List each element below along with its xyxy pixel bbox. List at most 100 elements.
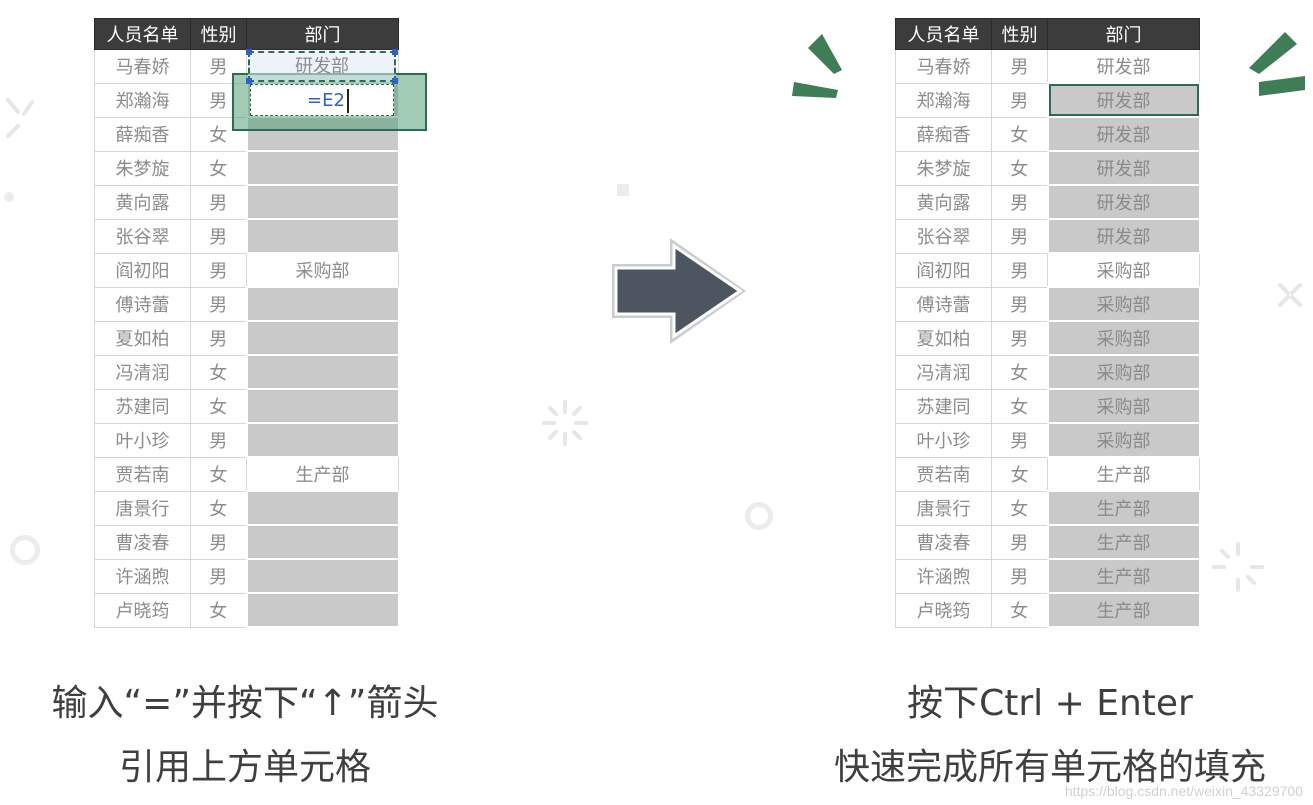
- name-cell[interactable]: 傅诗蕾: [94, 287, 191, 322]
- dept-cell[interactable]: 生产部: [246, 457, 399, 492]
- sex-cell[interactable]: 男: [190, 559, 247, 594]
- sex-cell[interactable]: 男: [991, 559, 1048, 594]
- name-cell[interactable]: 薛痴香: [895, 117, 992, 152]
- header-name[interactable]: 人员名单: [895, 18, 992, 50]
- sex-cell[interactable]: 男: [991, 287, 1048, 322]
- sex-cell[interactable]: 女: [991, 457, 1048, 492]
- sex-cell[interactable]: 男: [991, 423, 1048, 458]
- name-cell[interactable]: 张谷翠: [895, 219, 992, 254]
- name-cell[interactable]: 苏建同: [94, 389, 191, 424]
- dept-cell[interactable]: [245, 354, 400, 390]
- dept-cell[interactable]: 采购部: [1046, 320, 1201, 356]
- name-cell[interactable]: 夏如柏: [895, 321, 992, 356]
- dept-cell[interactable]: 生产部: [1046, 490, 1201, 526]
- sex-cell[interactable]: 女: [991, 355, 1048, 390]
- dept-cell[interactable]: 研发部: [1046, 184, 1201, 220]
- name-cell[interactable]: 许涵煦: [895, 559, 992, 594]
- name-cell[interactable]: 叶小珍: [94, 423, 191, 458]
- name-cell[interactable]: 张谷翠: [94, 219, 191, 254]
- name-cell[interactable]: 黄向露: [895, 185, 992, 220]
- sex-cell[interactable]: 男: [190, 321, 247, 356]
- dept-cell[interactable]: [245, 558, 400, 594]
- name-cell[interactable]: 朱梦旋: [895, 151, 992, 186]
- dept-cell[interactable]: 采购部: [1046, 422, 1201, 458]
- dept-cell[interactable]: 采购部: [1046, 354, 1201, 390]
- name-cell[interactable]: 郑瀚海: [895, 83, 992, 118]
- name-cell[interactable]: 冯清润: [94, 355, 191, 390]
- header-dept[interactable]: 部门: [246, 18, 399, 50]
- name-cell[interactable]: 曹凌春: [94, 525, 191, 560]
- dept-cell[interactable]: [245, 320, 400, 356]
- name-cell[interactable]: 唐景行: [895, 491, 992, 526]
- dept-cell[interactable]: [245, 388, 400, 424]
- sex-cell[interactable]: 男: [190, 185, 247, 220]
- name-cell[interactable]: 冯清润: [895, 355, 992, 390]
- name-cell[interactable]: 许涵煦: [94, 559, 191, 594]
- dept-cell[interactable]: 研发部: [1046, 150, 1201, 186]
- dept-cell[interactable]: [245, 184, 400, 220]
- sex-cell[interactable]: 女: [190, 151, 247, 186]
- sex-cell[interactable]: 女: [190, 491, 247, 526]
- sex-cell[interactable]: 男: [190, 253, 247, 288]
- dept-cell[interactable]: [245, 592, 400, 628]
- dept-cell[interactable]: 研发部: [1046, 218, 1201, 254]
- name-cell[interactable]: 夏如柏: [94, 321, 191, 356]
- dept-cell[interactable]: 研发部: [1047, 49, 1200, 84]
- sex-cell[interactable]: 男: [991, 185, 1048, 220]
- name-cell[interactable]: 曹凌春: [895, 525, 992, 560]
- name-cell[interactable]: 朱梦旋: [94, 151, 191, 186]
- sex-cell[interactable]: 男: [991, 253, 1048, 288]
- sex-cell[interactable]: 男: [190, 287, 247, 322]
- header-sex[interactable]: 性别: [991, 18, 1048, 50]
- sex-cell[interactable]: 男: [190, 525, 247, 560]
- header-name[interactable]: 人员名单: [94, 18, 191, 50]
- name-cell[interactable]: 唐景行: [94, 491, 191, 526]
- dept-cell[interactable]: 采购部: [1046, 388, 1201, 424]
- name-cell[interactable]: 马春娇: [895, 49, 992, 84]
- sex-cell[interactable]: 男: [190, 219, 247, 254]
- dept-cell[interactable]: 生产部: [1046, 558, 1201, 594]
- dept-cell[interactable]: [245, 422, 400, 458]
- dept-cell[interactable]: 生产部: [1047, 457, 1200, 492]
- sex-cell[interactable]: 女: [991, 593, 1048, 628]
- name-cell[interactable]: 贾若南: [94, 457, 191, 492]
- header-sex[interactable]: 性别: [190, 18, 247, 50]
- formula-cell[interactable]: =E2: [250, 84, 394, 116]
- dept-cell[interactable]: [245, 218, 400, 254]
- header-dept[interactable]: 部门: [1047, 18, 1200, 50]
- source-cell-text[interactable]: 研发部: [248, 51, 396, 82]
- sex-cell[interactable]: 女: [991, 491, 1048, 526]
- dept-cell[interactable]: 采购部: [246, 253, 399, 288]
- name-cell[interactable]: 郑瀚海: [94, 83, 191, 118]
- sex-cell[interactable]: 男: [190, 423, 247, 458]
- name-cell[interactable]: 叶小珍: [895, 423, 992, 458]
- sex-cell[interactable]: 女: [991, 389, 1048, 424]
- sex-cell[interactable]: 女: [991, 151, 1048, 186]
- dept-cell[interactable]: 生产部: [1046, 524, 1201, 560]
- dept-cell[interactable]: [245, 524, 400, 560]
- sex-cell[interactable]: 男: [991, 83, 1048, 118]
- dept-cell[interactable]: [245, 490, 400, 526]
- sex-cell[interactable]: 女: [190, 355, 247, 390]
- dept-cell[interactable]: 研发部: [1046, 82, 1201, 118]
- sex-cell[interactable]: 女: [190, 457, 247, 492]
- name-cell[interactable]: 傅诗蕾: [895, 287, 992, 322]
- name-cell[interactable]: 卢晓筠: [94, 593, 191, 628]
- sex-cell[interactable]: 男: [991, 219, 1048, 254]
- name-cell[interactable]: 贾若南: [895, 457, 992, 492]
- dept-cell[interactable]: 生产部: [1046, 592, 1201, 628]
- name-cell[interactable]: 马春娇: [94, 49, 191, 84]
- name-cell[interactable]: 卢晓筠: [895, 593, 992, 628]
- sex-cell[interactable]: 女: [991, 117, 1048, 152]
- sex-cell[interactable]: 女: [190, 593, 247, 628]
- dept-cell[interactable]: 采购部: [1047, 253, 1200, 288]
- sex-cell[interactable]: 男: [991, 525, 1048, 560]
- name-cell[interactable]: 薛痴香: [94, 117, 191, 152]
- dept-cell[interactable]: 采购部: [1046, 286, 1201, 322]
- sex-cell[interactable]: 男: [991, 321, 1048, 356]
- dept-cell[interactable]: [245, 286, 400, 322]
- name-cell[interactable]: 阎初阳: [895, 253, 992, 288]
- name-cell[interactable]: 阎初阳: [94, 253, 191, 288]
- name-cell[interactable]: 苏建同: [895, 389, 992, 424]
- sex-cell[interactable]: 女: [190, 389, 247, 424]
